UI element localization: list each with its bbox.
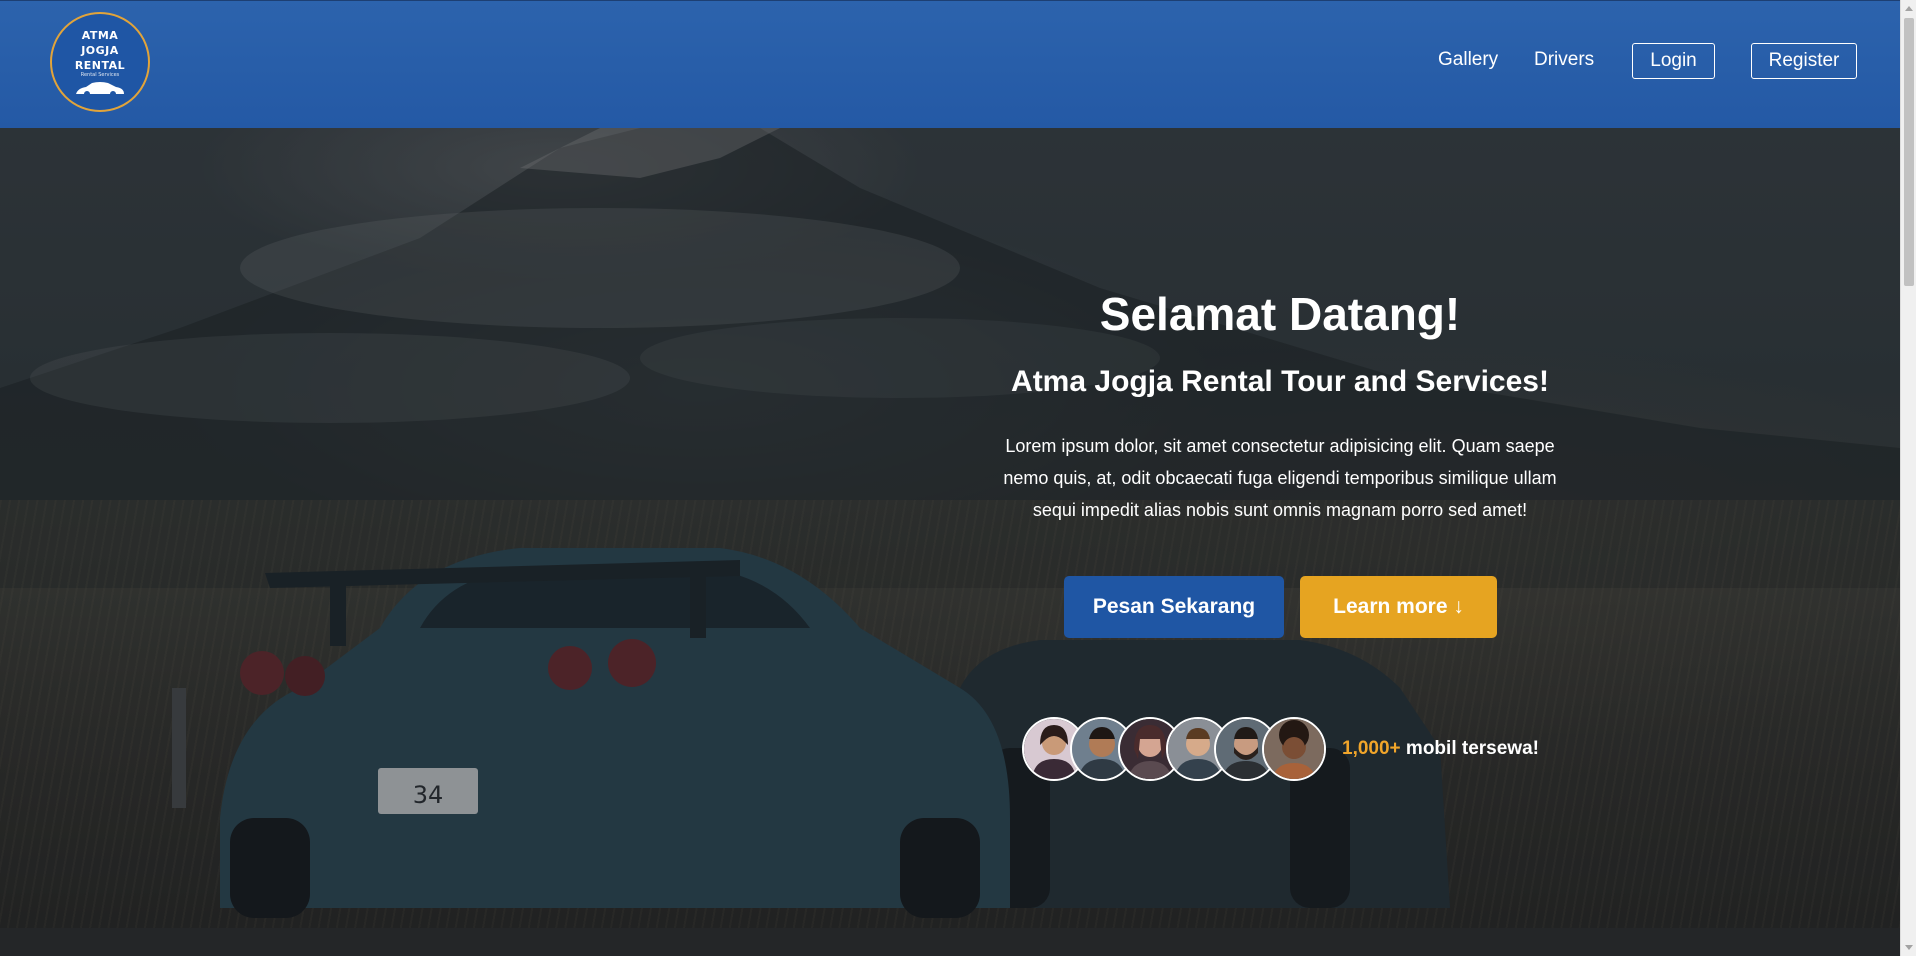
order-now-button[interactable]: Pesan Sekarang xyxy=(1064,576,1284,638)
nav-link-drivers[interactable]: Drivers xyxy=(1534,48,1594,72)
hero-dark-overlay xyxy=(0,128,1900,956)
nav-link-gallery[interactable]: Gallery xyxy=(1438,48,1498,72)
login-button[interactable]: Login xyxy=(1632,43,1715,79)
customer-avatars xyxy=(1022,717,1332,781)
rental-stat: 1,000+ mobil tersewa! xyxy=(1342,737,1539,761)
vertical-scrollbar[interactable] xyxy=(1900,0,1916,956)
scroll-up-icon[interactable] xyxy=(1905,6,1913,11)
logo-line-1: ATMA xyxy=(81,29,119,42)
scroll-down-icon[interactable] xyxy=(1905,945,1913,950)
viewport: 34 ATMA JOGJA RENTAL Rental Services Gal… xyxy=(0,0,1900,956)
hero-title: Selamat Datang! xyxy=(1099,288,1461,340)
navbar: ATMA JOGJA RENTAL Rental Services Galler… xyxy=(0,0,1900,128)
hero-description: Lorem ipsum dolor, sit amet consectetur … xyxy=(1003,436,1557,520)
logo-subtitle: Rental Services xyxy=(80,72,120,78)
brand-logo[interactable]: ATMA JOGJA RENTAL Rental Services xyxy=(50,12,150,112)
register-button[interactable]: Register xyxy=(1751,43,1857,79)
scrollbar-thumb[interactable] xyxy=(1904,18,1914,286)
logo-line-3: RENTAL xyxy=(74,59,126,72)
learn-more-button[interactable]: Learn more ↓ xyxy=(1300,576,1497,638)
stat-label: mobil tersewa! xyxy=(1400,738,1539,759)
customer-avatar xyxy=(1262,717,1326,781)
stat-number: 1,000+ xyxy=(1342,738,1401,759)
car-icon xyxy=(76,82,124,97)
logo-text: ATMA JOGJA RENTAL xyxy=(52,28,148,73)
logo-line-2: JOGJA xyxy=(81,44,119,57)
hero-subtitle: Atma Jogja Rental Tour and Services! xyxy=(1011,365,1549,398)
